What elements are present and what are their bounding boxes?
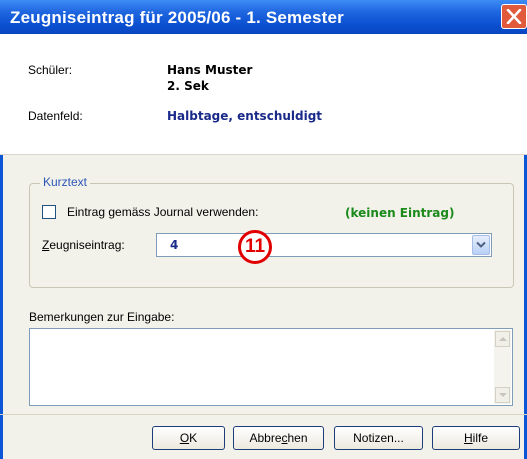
abbrechen-button[interactable]: Abbrechen: [233, 426, 324, 450]
schueler-label: Schüler:: [28, 63, 73, 77]
scroll-up-button[interactable]: [495, 331, 510, 347]
scroll-down-button[interactable]: [495, 387, 510, 403]
journal-status: (keinen Eintrag): [345, 206, 455, 220]
dropdown-button[interactable]: [472, 235, 490, 255]
datenfeld-value: Halbtage, entschuldigt: [167, 109, 323, 123]
title-bar[interactable]: Zeugniseintrag für 2005/06 - 1. Semester: [0, 0, 527, 34]
scroll-up-icon: [499, 337, 507, 341]
remarks-textarea[interactable]: [29, 328, 513, 406]
footer-divider: [0, 414, 527, 415]
dialog-window: Zeugniseintrag für 2005/06 - 1. Semester…: [0, 0, 527, 459]
datenfeld-label: Datenfeld:: [28, 109, 83, 123]
kurztext-legend: Kurztext: [40, 175, 91, 189]
schueler-name: Hans Muster: [167, 63, 253, 77]
close-button[interactable]: [501, 4, 527, 29]
info-panel: Schüler: Hans Muster 2. Sek Datenfeld: H…: [0, 34, 527, 155]
journal-checkbox-label[interactable]: Eintrag gemäss Journal verwenden:: [67, 205, 258, 219]
window-title: Zeugniseintrag für 2005/06 - 1. Semester: [10, 8, 344, 27]
chevron-down-icon: [476, 241, 486, 248]
ok-button[interactable]: OK: [152, 426, 225, 450]
journal-checkbox[interactable]: [42, 205, 56, 219]
close-icon: [506, 9, 522, 24]
zeugnis-value: 4: [170, 238, 179, 252]
zeugnis-label: Zeugniseintrag:: [42, 238, 125, 252]
zeugnis-combobox[interactable]: 4: [156, 233, 492, 257]
scroll-down-icon: [499, 393, 507, 397]
schueler-class: 2. Sek: [167, 79, 209, 93]
hilfe-button[interactable]: Hilfe: [432, 426, 520, 450]
notizen-button[interactable]: Notizen...: [334, 426, 423, 450]
remarks-scrollbar[interactable]: [494, 330, 511, 404]
remarks-label: Bemerkungen zur Eingabe:: [29, 310, 175, 324]
annotation-badge: 11: [238, 230, 272, 264]
